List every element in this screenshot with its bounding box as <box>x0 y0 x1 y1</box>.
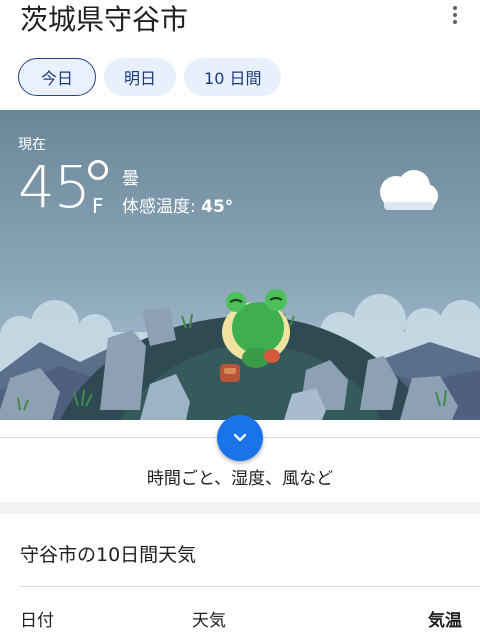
forecast-title: 守谷市の10日間天気 <box>20 544 197 566</box>
feels-like-label: 体感温度: <box>122 197 202 217</box>
section-gap <box>0 502 480 514</box>
day-tabs: 今日 明日 10 日間 <box>18 58 282 96</box>
tab-10-day[interactable]: 10 日間 <box>184 58 282 96</box>
current-condition: 曇 <box>122 169 139 189</box>
temperature-unit: F <box>92 194 104 218</box>
current-temperature: 45 <box>18 153 91 221</box>
weather-illustration: 現在 45 F 曇 体感温度: 45° <box>0 110 480 420</box>
cloud-icon <box>380 170 438 210</box>
more-vert-icon[interactable] <box>448 4 462 26</box>
column-header-weather: 天気 <box>192 611 226 631</box>
degree-symbol <box>88 160 108 180</box>
column-header-date: 日付 <box>20 611 54 631</box>
forecast-divider <box>20 586 480 587</box>
current-label: 現在 <box>18 137 46 153</box>
forecast-section: 守谷市の10日間天気 日付 天気 気温 <box>0 514 480 640</box>
expand-button[interactable] <box>217 415 263 461</box>
tab-tomorrow[interactable]: 明日 <box>104 58 177 96</box>
more-details-link[interactable]: 時間ごと、湿度、風など <box>0 464 480 489</box>
header: 茨城県守谷市 今日 明日 10 日間 <box>0 0 480 110</box>
column-header-temperature: 気温 <box>428 611 462 631</box>
chevron-down-icon <box>233 433 247 442</box>
feels-like: 体感温度: 45° <box>122 192 233 217</box>
feels-like-value: 45° <box>201 197 234 217</box>
location-title: 茨城県守谷市 <box>20 3 189 36</box>
tab-today[interactable]: 今日 <box>18 58 97 96</box>
